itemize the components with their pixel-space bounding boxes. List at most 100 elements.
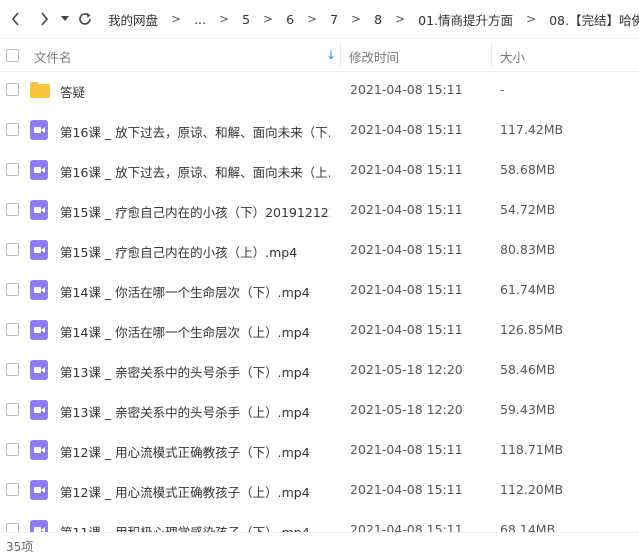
item-count: 35项 (6, 539, 34, 554)
file-row[interactable]: 第15课 _ 疗愈自己内在的小孩（下）201912122... 2021-04-0… (0, 190, 639, 230)
folder-icon (30, 80, 50, 100)
file-modified-date: 2021-04-08 15:11 (350, 282, 463, 297)
row-checkbox[interactable] (6, 163, 19, 176)
video-file-icon (30, 440, 50, 460)
video-file-icon (30, 120, 50, 140)
column-divider[interactable] (340, 43, 341, 67)
breadcrumb-item[interactable]: 5 (240, 12, 252, 27)
file-name[interactable]: 答疑 (60, 82, 330, 101)
file-name[interactable]: 第15课 _ 疗愈自己内在的小孩（上）.mp4 (60, 242, 330, 261)
file-row[interactable]: 第16课 _ 放下过去，原谅、和解、面向未来（下... 2021-04-08 15… (0, 110, 639, 150)
file-modified-date: 2021-04-08 15:11 (350, 162, 463, 177)
refresh-button[interactable] (72, 0, 98, 38)
row-checkbox[interactable] (6, 83, 19, 96)
row-checkbox[interactable] (6, 123, 19, 136)
file-row[interactable]: 第14课 _ 你活在哪一个生命层次（下）.mp4 2021-04-08 15:11… (0, 270, 639, 310)
file-row[interactable]: 第11课 _ 用积极心理学感染孩子（下）.mp4 2021-04-08 15:11… (0, 510, 639, 532)
sort-arrow-down-icon[interactable]: ↓ (326, 48, 336, 62)
file-modified-date: 2021-04-08 15:11 (350, 122, 463, 137)
chevron-left-icon (11, 12, 19, 26)
file-list: 答疑 2021-04-08 15:11 - 第16课 _ 放下过去，原谅、和解、面向未… (0, 70, 639, 532)
file-size: 58.46MB (500, 362, 556, 377)
file-row[interactable]: 第12课 _ 用心流模式正确教孩子（下）.mp4 2021-04-08 15:11… (0, 430, 639, 470)
file-modified-date: 2021-04-08 15:11 (350, 202, 463, 217)
column-divider[interactable] (491, 43, 492, 67)
file-name[interactable]: 第14课 _ 你活在哪一个生命层次（上）.mp4 (60, 322, 330, 341)
video-file-icon (30, 320, 50, 340)
file-size: 54.72MB (500, 202, 556, 217)
file-modified-date: 2021-04-08 15:11 (350, 242, 463, 257)
refresh-icon (79, 13, 91, 25)
status-bar: 35项 (0, 532, 639, 558)
column-date-header[interactable]: 修改时间 (349, 47, 399, 66)
file-name[interactable]: 第12课 _ 用心流模式正确教孩子（上）.mp4 (60, 482, 330, 501)
breadcrumb-item[interactable]: 我的网盘 (106, 10, 160, 29)
breadcrumb-item[interactable]: 7 (328, 12, 340, 27)
file-row[interactable]: 第16课 _ 放下过去，原谅、和解、面向未来（上... 2021-04-08 15… (0, 150, 639, 190)
breadcrumb-separator: > (307, 12, 318, 26)
file-size: 68.14MB (500, 522, 556, 532)
row-checkbox[interactable] (6, 323, 19, 336)
file-row[interactable]: 第13课 _ 亲密关系中的头号杀手（下）.mp4 2021-05-18 12:20… (0, 350, 639, 390)
file-modified-date: 2021-04-08 15:11 (350, 82, 463, 97)
file-name[interactable]: 第16课 _ 放下过去，原谅、和解、面向未来（下... (60, 122, 330, 141)
back-button[interactable] (2, 0, 30, 38)
breadcrumb: 我的网盘 > ... > 5 > 6 > 7 > 8 > 01.情商提升方面 >… (106, 10, 639, 29)
file-name[interactable]: 第16课 _ 放下过去，原谅、和解、面向未来（上... (60, 162, 330, 181)
row-checkbox[interactable] (6, 283, 19, 296)
file-size: 58.68MB (500, 162, 556, 177)
video-file-icon (30, 360, 50, 380)
file-size: 59.43MB (500, 402, 556, 417)
file-row[interactable]: 第15课 _ 疗愈自己内在的小孩（上）.mp4 2021-04-08 15:11 8… (0, 230, 639, 270)
breadcrumb-separator: > (526, 12, 537, 26)
column-size-header[interactable]: 大小 (500, 47, 525, 66)
forward-button[interactable] (30, 0, 58, 38)
row-checkbox[interactable] (6, 483, 19, 496)
breadcrumb-separator: > (395, 12, 406, 26)
file-modified-date: 2021-04-08 15:11 (350, 482, 463, 497)
caret-down-icon (61, 16, 69, 21)
breadcrumb-item-current[interactable]: 08.【完结】哈佛父母情商 (547, 10, 639, 29)
video-file-icon (30, 520, 50, 532)
file-row[interactable]: 答疑 2021-04-08 15:11 - (0, 70, 639, 110)
column-header: 文件名 ↓ 修改时间 大小 (0, 38, 639, 72)
file-name[interactable]: 第13课 _ 亲密关系中的头号杀手（下）.mp4 (60, 362, 330, 381)
file-size: 118.71MB (500, 442, 564, 457)
row-checkbox[interactable] (6, 243, 19, 256)
breadcrumb-item[interactable]: 6 (284, 12, 296, 27)
file-row[interactable]: 第12课 _ 用心流模式正确教孩子（上）.mp4 2021-04-08 15:11… (0, 470, 639, 510)
file-name[interactable]: 第11课 _ 用积极心理学感染孩子（下）.mp4 (60, 522, 330, 532)
breadcrumb-separator: > (263, 12, 274, 26)
row-checkbox[interactable] (6, 203, 19, 216)
row-checkbox[interactable] (6, 363, 19, 376)
breadcrumb-item[interactable]: 8 (372, 12, 384, 27)
file-row[interactable]: 第14课 _ 你活在哪一个生命层次（上）.mp4 2021-04-08 15:11… (0, 310, 639, 350)
chevron-right-icon (41, 12, 49, 26)
breadcrumb-item[interactable]: ... (192, 12, 208, 27)
file-modified-date: 2021-05-18 12:20 (350, 362, 463, 377)
file-manager-window: 我的网盘 > ... > 5 > 6 > 7 > 8 > 01.情商提升方面 >… (0, 0, 639, 558)
row-checkbox[interactable] (6, 443, 19, 456)
select-all-checkbox[interactable] (6, 49, 19, 62)
file-name[interactable]: 第14课 _ 你活在哪一个生命层次（下）.mp4 (60, 282, 330, 301)
file-name[interactable]: 第13课 _ 亲密关系中的头号杀手（上）.mp4 (60, 402, 330, 421)
file-name[interactable]: 第15课 _ 疗愈自己内在的小孩（下）201912122... (60, 202, 330, 221)
navigation-bar: 我的网盘 > ... > 5 > 6 > 7 > 8 > 01.情商提升方面 >… (0, 0, 639, 38)
video-file-icon (30, 400, 50, 420)
history-dropdown-button[interactable] (58, 0, 72, 38)
file-size: 61.74MB (500, 282, 556, 297)
file-name[interactable]: 第12课 _ 用心流模式正确教孩子（下）.mp4 (60, 442, 330, 461)
file-size: 126.85MB (500, 322, 564, 337)
row-checkbox[interactable] (6, 523, 19, 532)
video-file-icon (30, 160, 50, 180)
video-file-icon (30, 480, 50, 500)
file-row[interactable]: 第13课 _ 亲密关系中的头号杀手（上）.mp4 2021-05-18 12:20… (0, 390, 639, 430)
breadcrumb-item[interactable]: 01.情商提升方面 (416, 10, 515, 29)
file-size: 117.42MB (500, 122, 564, 137)
file-size: 112.20MB (500, 482, 564, 497)
column-name-header[interactable]: 文件名 (34, 47, 72, 66)
row-checkbox[interactable] (6, 403, 19, 416)
breadcrumb-separator: > (171, 12, 182, 26)
file-size: - (500, 82, 505, 97)
video-file-icon (30, 200, 50, 220)
